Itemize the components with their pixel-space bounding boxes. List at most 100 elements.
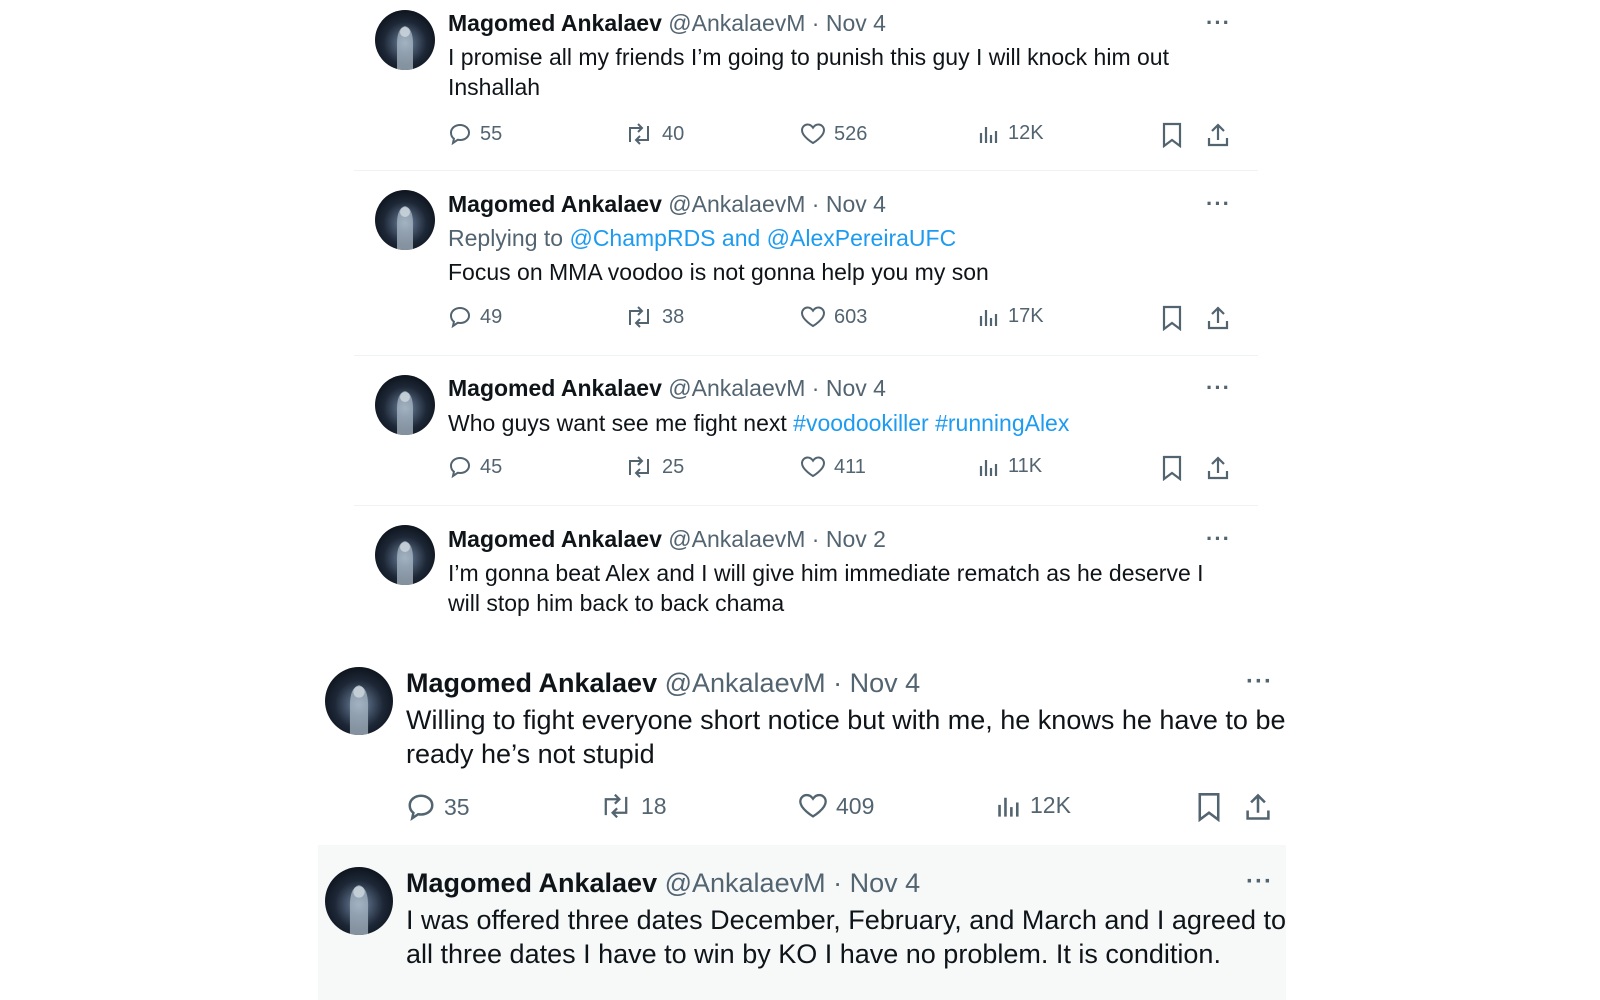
- tweet-text: Willing to fight everyone short notice b…: [406, 705, 1286, 769]
- retweet-count: 18: [641, 792, 667, 819]
- separator: ·: [811, 526, 820, 552]
- share-button[interactable]: [1206, 455, 1230, 481]
- reply-icon: [449, 306, 471, 329]
- separator: ·: [811, 191, 820, 217]
- bookmark-button[interactable]: [1161, 305, 1183, 331]
- author-name[interactable]: Magomed Ankalaev: [448, 375, 662, 401]
- author-handle[interactable]: @AnkalaevM: [665, 868, 826, 898]
- tweet-actions: 45 25 411 11K: [448, 455, 1238, 485]
- retweet-count: 38: [662, 305, 685, 328]
- author-name[interactable]: Magomed Ankalaev: [448, 10, 662, 36]
- tweet-header: Magomed Ankalaev @AnkalaevM · Nov 4: [406, 668, 920, 699]
- tweet-date[interactable]: Nov 4: [826, 375, 886, 401]
- heart-icon: [800, 456, 826, 478]
- bookmark-button[interactable]: [1196, 792, 1222, 822]
- author-handle[interactable]: @AnkalaevM: [668, 375, 805, 401]
- separator: ·: [833, 668, 843, 698]
- tweet-date[interactable]: Nov 4: [850, 668, 921, 698]
- separator: ·: [833, 868, 843, 898]
- heart-icon: [800, 306, 826, 328]
- reply-button[interactable]: 49: [448, 305, 502, 329]
- bookmark-icon: [1162, 455, 1182, 481]
- tweet-text: I’m gonna beat Alex and I will give him …: [448, 560, 1204, 616]
- tweet-actions: 55 40 526 12K: [448, 122, 1238, 152]
- like-count: 526: [834, 122, 868, 145]
- tweet-header: Magomed Ankalaev @AnkalaevM · Nov 2: [448, 526, 886, 553]
- bookmark-button[interactable]: [1161, 122, 1183, 148]
- more-options-icon[interactable]: ···: [1206, 526, 1231, 552]
- retweet-count: 40: [662, 122, 685, 145]
- divider: [354, 355, 1258, 356]
- more-options-icon[interactable]: ···: [1246, 868, 1273, 896]
- share-icon: [1207, 456, 1229, 480]
- like-count: 603: [834, 305, 868, 328]
- like-button[interactable]: 411: [800, 455, 866, 479]
- bookmark-icon: [1162, 305, 1182, 331]
- tweet-header: Magomed Ankalaev @AnkalaevM · Nov 4: [406, 868, 920, 899]
- views-button[interactable]: 12K: [996, 792, 1071, 819]
- retweet-button[interactable]: 40: [624, 122, 684, 146]
- tweet-date[interactable]: Nov 4: [826, 191, 886, 217]
- more-options-icon[interactable]: ···: [1206, 375, 1231, 401]
- reply-icon: [449, 123, 471, 146]
- tweet-actions: 35 18 409 12K: [406, 792, 1286, 822]
- share-icon: [1207, 123, 1229, 147]
- retweet-button[interactable]: 18: [599, 792, 667, 820]
- like-count: 409: [836, 792, 875, 819]
- author-handle[interactable]: @AnkalaevM: [668, 191, 805, 217]
- retweet-icon: [629, 123, 649, 145]
- share-button[interactable]: [1244, 792, 1272, 822]
- avatar[interactable]: [375, 10, 435, 70]
- heart-icon: [800, 123, 826, 145]
- author-name[interactable]: Magomed Ankalaev: [406, 668, 657, 698]
- more-options-icon[interactable]: ···: [1246, 668, 1273, 696]
- views-button[interactable]: 12K: [978, 122, 1044, 145]
- bookmark-button[interactable]: [1161, 455, 1183, 481]
- view-count: 17K: [1008, 305, 1044, 327]
- view-count: 11K: [1008, 455, 1043, 477]
- replying-to-users[interactable]: @ChampRDS and @AlexPereiraUFC: [569, 225, 956, 251]
- avatar[interactable]: [375, 190, 435, 250]
- reply-count: 49: [480, 305, 503, 328]
- reply-button[interactable]: 45: [448, 455, 502, 479]
- reply-count: 45: [480, 455, 503, 478]
- tweet-header: Magomed Ankalaev @AnkalaevM · Nov 4: [448, 191, 886, 218]
- like-button[interactable]: 603: [800, 305, 867, 329]
- views-button[interactable]: 17K: [978, 305, 1044, 328]
- more-options-icon[interactable]: ···: [1206, 191, 1231, 217]
- share-button[interactable]: [1206, 122, 1230, 148]
- author-name[interactable]: Magomed Ankalaev: [448, 191, 662, 217]
- more-options-icon[interactable]: ···: [1206, 10, 1231, 36]
- views-button[interactable]: 11K: [978, 455, 1042, 478]
- tweet-text-content: Who guys want see me fight next: [448, 410, 787, 436]
- author-name[interactable]: Magomed Ankalaev: [406, 868, 657, 898]
- reply-button[interactable]: 55: [448, 122, 502, 146]
- like-button[interactable]: 526: [800, 122, 867, 146]
- avatar[interactable]: [375, 375, 435, 435]
- hashtags[interactable]: #voodookiller #runningAlex: [793, 410, 1069, 436]
- author-handle[interactable]: @AnkalaevM: [668, 10, 805, 36]
- avatar[interactable]: [375, 525, 435, 585]
- tweet-date[interactable]: Nov 4: [826, 10, 886, 36]
- avatar[interactable]: [325, 667, 393, 735]
- divider: [354, 505, 1258, 506]
- retweet-icon: [629, 306, 649, 328]
- view-count: 12K: [1030, 792, 1071, 818]
- view-count: 12K: [1008, 122, 1044, 144]
- retweet-button[interactable]: 25: [624, 455, 684, 479]
- like-count: 411: [834, 455, 866, 478]
- share-icon: [1246, 793, 1270, 820]
- author-handle[interactable]: @AnkalaevM: [665, 668, 826, 698]
- replying-to-label: Replying to: [448, 225, 564, 251]
- author-handle[interactable]: @AnkalaevM: [668, 526, 805, 552]
- avatar[interactable]: [325, 867, 393, 935]
- share-button[interactable]: [1206, 305, 1230, 331]
- tweet-actions: 49 38 603 17K: [448, 305, 1238, 335]
- reply-button[interactable]: 35: [406, 792, 470, 822]
- tweet-date[interactable]: Nov 4: [850, 868, 921, 898]
- like-button[interactable]: 409: [798, 792, 874, 820]
- retweet-button[interactable]: 38: [624, 305, 684, 329]
- views-icon: [979, 459, 998, 476]
- author-name[interactable]: Magomed Ankalaev: [448, 526, 662, 552]
- tweet-date[interactable]: Nov 2: [826, 526, 886, 552]
